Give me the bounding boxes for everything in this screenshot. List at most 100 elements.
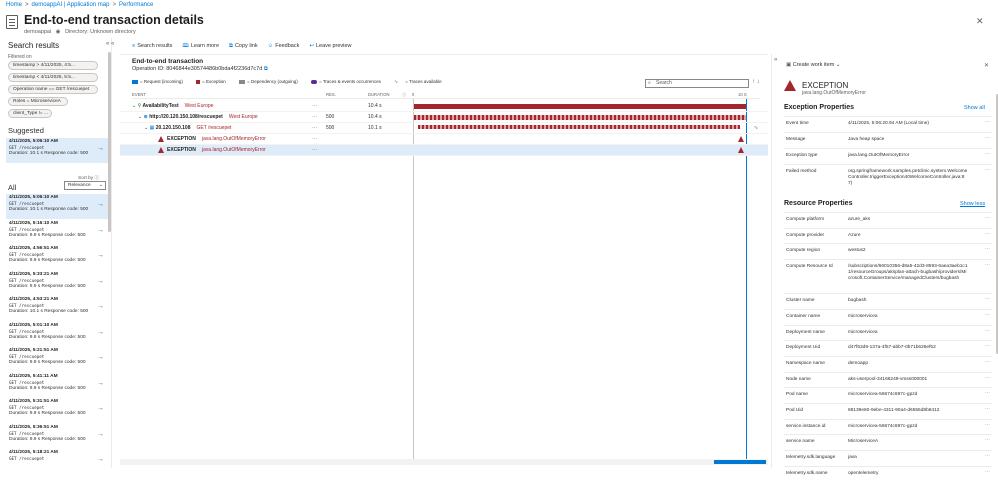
toolbar: ≡ Search results 🕮 Learn more ⧉ Copy link ☺ Fee…	[132, 42, 361, 52]
copy-icon[interactable]: ⧉	[264, 66, 268, 72]
property-key: Container name	[786, 313, 821, 319]
property-row: Compute provider Azure ···	[784, 227, 992, 244]
copy-link-button[interactable]: ⧉ Copy link	[229, 43, 258, 50]
result-item[interactable]: 4/11/2025, 5:41:11 AM GET /rescuepet Durat…	[6, 373, 108, 398]
transaction-panel: End-to-end transaction Operation ID: 804…	[120, 54, 768, 468]
more-icon[interactable]: ···	[985, 120, 990, 126]
more-icon[interactable]: ···	[985, 247, 990, 253]
more-icon[interactable]: ···	[196, 14, 203, 21]
horizontal-scrollbar[interactable]	[120, 459, 768, 465]
search-input[interactable]: ⌕ Search	[645, 79, 749, 88]
col-ten: 10 S	[738, 92, 747, 97]
leave-preview-button[interactable]: ↩ Leave preview	[309, 43, 351, 49]
more-icon[interactable]: ···	[985, 360, 990, 366]
filter-chip-timestamp-end[interactable]: timestamp < 4/11/2025, 5:5...	[8, 73, 98, 82]
learn-more-button[interactable]: 🕮 Learn more	[182, 42, 219, 51]
property-key: telemetry.sdk.language	[786, 455, 836, 461]
availability-icon: ⚲	[137, 103, 142, 109]
more-icon[interactable]: ···	[985, 297, 990, 303]
row-http-request[interactable]: ⌄ ⊕ http://20.120.150.108/rescuepet West …	[120, 112, 768, 123]
feedback-button[interactable]: ☺ Feedback	[268, 43, 300, 49]
property-key: Compute region	[786, 248, 821, 254]
filter-chip-timestamp-start[interactable]: timestamp > 4/11/2025, 4:5...	[8, 61, 98, 70]
collapse-panel-icon[interactable]: « «	[106, 41, 114, 47]
results-scrollbar[interactable]	[108, 52, 111, 232]
result-item[interactable]: 4/11/2025, 5:33:21 AM GET /rescuepet Durat…	[6, 271, 108, 296]
result-item[interactable]: 4/11/2025, 5:06:10 AM GET /rescuepet Durat…	[6, 194, 108, 219]
result-item[interactable]: 4/11/2025, 4:56:51 AM GET /rescuepet Durat…	[6, 245, 108, 270]
search-results-button[interactable]: ≡ Search results	[132, 43, 172, 49]
more-icon[interactable]: ···	[985, 136, 990, 142]
result-meta: Duration: 9.9 s Response code: 500	[9, 436, 86, 442]
row-more-icon[interactable]: ···	[312, 101, 317, 112]
more-icon[interactable]: ···	[985, 329, 990, 335]
exception-marker-icon	[738, 136, 744, 142]
show-all-link[interactable]: Show all	[964, 105, 985, 111]
property-value: /subscriptions/66010356-d8a5-42d3-8593-6…	[848, 264, 968, 282]
more-icon[interactable]: ···	[985, 263, 990, 269]
property-value: microservicea	[848, 313, 878, 319]
show-less-link[interactable]: Show less	[960, 201, 985, 207]
more-icon[interactable]: ···	[985, 232, 990, 238]
directory-text: Directory: Unknown directory	[65, 29, 136, 35]
result-item[interactable]: 4/11/2025, 5:18:21 AM GET /rescuepet →	[6, 449, 108, 474]
filter-chip-client-type[interactable]: client_Type != ...	[8, 109, 52, 118]
breadcrumb-performance[interactable]: Performance	[119, 2, 153, 8]
row-more-icon[interactable]: ···	[312, 134, 317, 145]
more-icon[interactable]: ···	[985, 391, 990, 397]
close-icon[interactable]: ✕	[976, 16, 984, 27]
more-icon[interactable]: ···	[985, 470, 990, 476]
collapse-right-icon[interactable]: »	[774, 57, 777, 63]
row-more-icon[interactable]: ···	[312, 123, 317, 134]
row-availability-test[interactable]: ⌄ ⚲ AvailabilityTest West Europe ··· 10.4…	[120, 101, 768, 112]
filter-chip-roles[interactable]: Roles = MicroserviceA	[8, 97, 68, 106]
sort-value: Relevance	[68, 183, 91, 188]
up-arrow-icon[interactable]: ↑	[752, 79, 755, 85]
row-more-icon[interactable]: ···	[312, 112, 317, 123]
row-more-icon[interactable]: ···	[312, 145, 317, 156]
more-icon[interactable]: ···	[985, 423, 990, 429]
more-icon[interactable]: ···	[985, 407, 990, 413]
result-item[interactable]: 4/11/2025, 5:21:51 AM GET /rescuepet Durat…	[6, 347, 108, 372]
more-icon[interactable]: ···	[985, 216, 990, 222]
result-item[interactable]: 4/11/2025, 5:36:51 AM GET /rescuepet Durat…	[6, 424, 108, 449]
exception-properties-title: Exception Properties	[784, 104, 855, 111]
result-meta: Duration: 9.9 s Response code: 500	[9, 232, 86, 238]
arrow-right-icon: →	[97, 145, 104, 152]
more-icon[interactable]: ···	[985, 376, 990, 382]
property-key: Pod name	[786, 392, 808, 398]
create-work-item-button[interactable]: ▣ Create work item ⌄	[786, 62, 840, 68]
row-exception-2[interactable]: EXCEPTION java.lang.OutOfMemoryError ···	[120, 145, 768, 156]
more-icon[interactable]: ···	[985, 152, 990, 158]
more-icon[interactable]: ···	[985, 438, 990, 444]
breadcrumb-home[interactable]: Home	[6, 2, 22, 8]
more-icon[interactable]: ···	[985, 168, 990, 174]
horizontal-scrollbar-thumb[interactable]	[714, 460, 766, 464]
traces-icon[interactable]: ∿	[754, 123, 758, 134]
down-arrow-icon[interactable]: ↓	[757, 79, 760, 85]
more-icon[interactable]: ···	[985, 344, 990, 350]
sort-select[interactable]: Relevance ⌄	[64, 181, 106, 190]
pin-icon[interactable]: ✎	[182, 16, 188, 24]
arrow-right-icon: →	[97, 456, 104, 463]
property-key: Node name	[786, 376, 811, 382]
filter-chip-operation[interactable]: Operation name == GET /rescuepet	[8, 85, 98, 94]
copy-icon: ⧉	[229, 43, 233, 49]
close-details-icon[interactable]: ✕	[984, 62, 989, 69]
col-event: EVENT	[132, 92, 146, 97]
row-server-request[interactable]: ⌄ ▦ 20.120.150.108 GET /rescuepet ··· 500…	[120, 123, 768, 134]
more-icon[interactable]: ···	[985, 454, 990, 460]
suggested-item[interactable]: 4/11/2025, 5:06:10 AM GET /rescuepet Dur…	[6, 138, 108, 163]
legend-exception: = Exception	[196, 79, 232, 84]
breadcrumb-app-map[interactable]: demoappAI | Application map	[32, 2, 110, 8]
info-icon[interactable]: ⓘ	[402, 92, 406, 98]
more-icon[interactable]: ···	[985, 313, 990, 319]
result-item[interactable]: 4/11/2025, 5:01:10 AM GET /rescuepet Durat…	[6, 322, 108, 347]
row-exception-1[interactable]: EXCEPTION java.lang.OutOfMemoryError ···	[120, 134, 768, 145]
result-item[interactable]: 4/11/2025, 5:31:51 AM GET /rescuepet Durat…	[6, 398, 108, 423]
result-item[interactable]: 4/11/2025, 4:53:21 AM GET /rescuepet Durat…	[6, 296, 108, 321]
result-item[interactable]: 4/11/2025, 5:16:10 AM GET /rescuepet Durat…	[6, 220, 108, 245]
property-value: Java heap space	[848, 137, 885, 142]
property-value: demoapp	[848, 360, 869, 366]
book-icon: 🕮	[182, 43, 189, 49]
